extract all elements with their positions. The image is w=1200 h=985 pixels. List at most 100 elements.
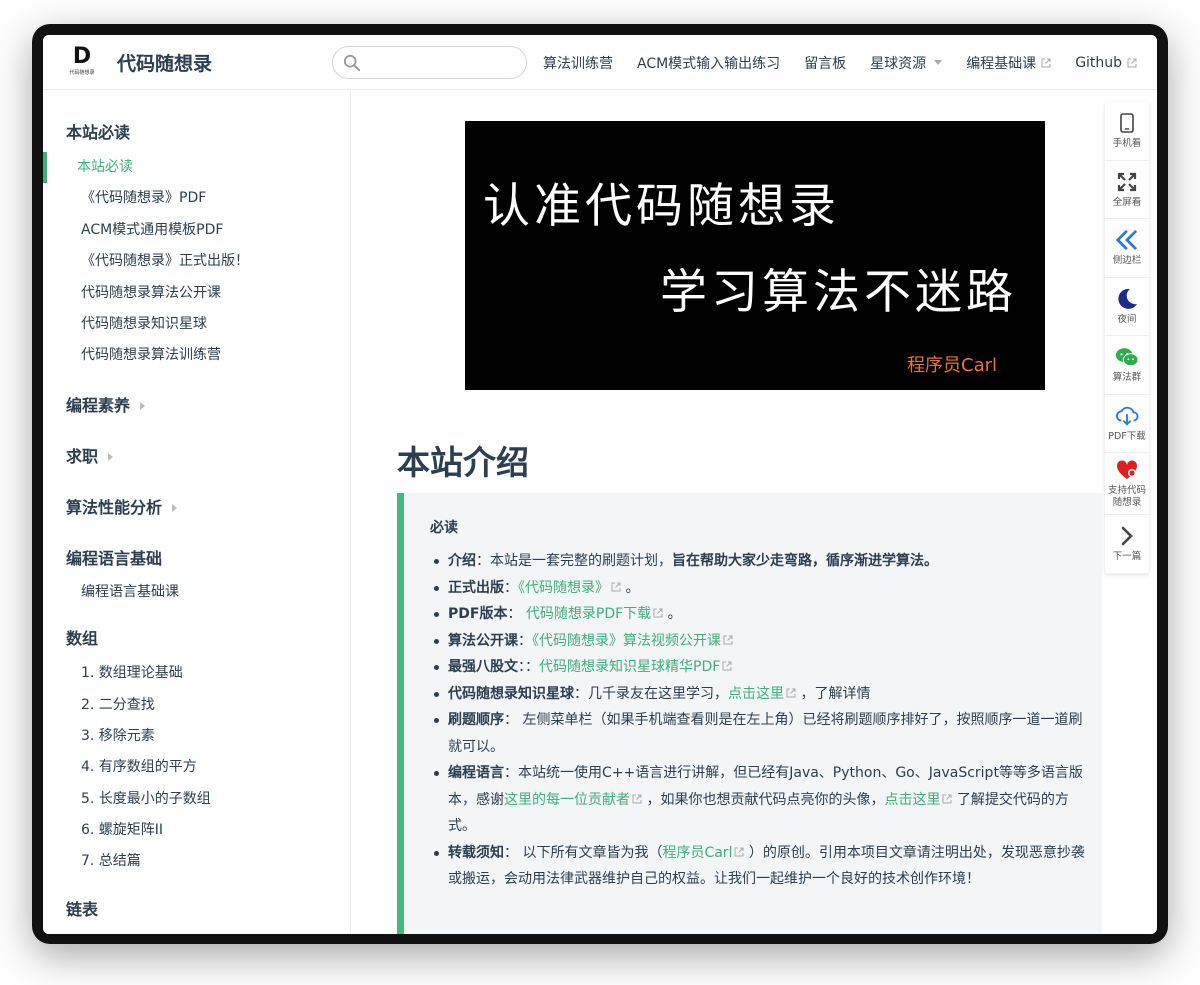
external-link-icon: [786, 688, 796, 697]
external-link-icon: [942, 794, 952, 803]
sidebar-item-array-3[interactable]: 3. 移除元素: [43, 721, 350, 752]
sidebar-item-pdf[interactable]: 《代码随想录》PDF: [43, 183, 350, 214]
nav-link-training-camp[interactable]: 算法训练营: [543, 53, 613, 73]
item-sep: ：: [504, 765, 518, 781]
sidebar-item-array-2[interactable]: 2. 二分查找: [43, 690, 350, 721]
item-bold-text: 旨在帮助大家少走弯路，循序渐进学算法。: [672, 553, 938, 569]
link-video-course[interactable]: 《代码随想录》算法视频公开课: [532, 633, 721, 649]
fullscreen-button[interactable]: 全屏看: [1105, 161, 1149, 219]
main-content: 认准代码随想录 学习算法不迷路 程序员Carl 本站介绍 必读 介绍：本站是一套…: [352, 90, 1102, 934]
nav-link-label: 星球资源: [870, 55, 927, 72]
sidebar-item-acm-template[interactable]: ACM模式通用模板PDF: [43, 215, 350, 246]
sidebar-heading-label: 编程素养: [66, 395, 131, 415]
chevron-right-icon: [172, 503, 178, 512]
list-item: 正式出版：《代码随想录》 。: [430, 575, 1095, 602]
pdf-download-button[interactable]: PDF下载: [1105, 395, 1149, 453]
phone-icon: [1115, 111, 1139, 135]
item-after: 。: [663, 606, 682, 622]
item-sep: ：: [504, 579, 518, 596]
sidebar-item-planet[interactable]: 代码随想录知识星球: [43, 309, 350, 340]
nav-link-programming-basics[interactable]: 编程基础课: [966, 53, 1051, 73]
item-text: 左侧菜单栏（如果手机端查看则是在左上角）已经将刷题顺序排好了，按照顺序一道一道刷…: [448, 712, 1083, 755]
tip-title: 必读: [430, 520, 458, 536]
item-sep: ：: [504, 712, 518, 728]
item-label: 最强八股文: [448, 659, 518, 675]
sidebar-heading[interactable]: 数组: [43, 624, 350, 654]
banner-signature: 程序员Carl: [907, 355, 997, 376]
toolbar-label: 算法群: [1112, 372, 1142, 384]
sidebar-item-array-6[interactable]: 6. 螺旋矩阵II: [43, 815, 350, 846]
algorithm-group-button[interactable]: 算法群: [1105, 336, 1149, 395]
logo-letter: D: [72, 44, 92, 69]
sidebar-group-programming-literacy[interactable]: 编程素养: [43, 391, 350, 421]
toolbar-label: PDF下载: [1108, 430, 1146, 442]
sidebar-item-array-5[interactable]: 5. 长度最小的子数组: [43, 784, 350, 815]
item-sep: ：：: [518, 659, 539, 675]
external-link-icon: [632, 794, 642, 803]
sidebar-heading[interactable]: 编程语言基础: [43, 544, 350, 574]
link-contributors[interactable]: 这里的每一位贡献者: [504, 792, 630, 808]
caret-down-icon: [934, 60, 943, 65]
external-link-icon: [1127, 58, 1137, 67]
banner-line-1: 认准代码随想录: [483, 179, 840, 234]
sidebar-item-must-read[interactable]: 本站必读: [43, 152, 350, 184]
nav-link-acm-io[interactable]: ACM模式输入输出练习: [637, 53, 780, 73]
toolbar-label: 下一篇: [1112, 551, 1142, 563]
search-icon: [343, 54, 361, 72]
nav-link-github[interactable]: Github: [1075, 55, 1137, 71]
sidebar-item-open-course[interactable]: 代码随想录算法公开课: [43, 278, 350, 309]
sidebar-item-published[interactable]: 《代码随想录》正式出版！: [43, 246, 350, 277]
logo-caption: 代码随想录: [69, 70, 95, 76]
sidebar-group-job-hunting[interactable]: 求职: [43, 442, 350, 472]
sidebar-heading-label: 求职: [66, 446, 99, 466]
item-sep: ：: [476, 553, 490, 569]
link-click-here-planet[interactable]: 点击这里: [728, 686, 784, 702]
mobile-view-button[interactable]: 手机看: [1105, 102, 1149, 161]
link-book[interactable]: 《代码随想录》: [518, 580, 609, 596]
sidebar-toggle-icon: [1115, 228, 1139, 252]
night-mode-button[interactable]: 夜间: [1105, 278, 1149, 336]
sidebar-group-performance[interactable]: 算法性能分析: [43, 493, 350, 523]
external-link-icon: [722, 661, 732, 671]
search-input[interactable]: [367, 52, 517, 74]
nav-link-message-board[interactable]: 留言板: [804, 53, 846, 73]
intro-list: 介绍：本站是一套完整的刷题计划，旨在帮助大家少走弯路，循序渐进学算法。 正式出版…: [430, 548, 1095, 893]
sidebar-item-array-4[interactable]: 4. 有序数组的平方: [43, 752, 350, 783]
toolbar-label: 全屏看: [1112, 196, 1142, 208]
banner-line-2: 学习算法不迷路: [660, 265, 1017, 320]
list-item: PDF版本： 代码随想录PDF下载 。: [430, 601, 1095, 628]
sidebar-item-training-camp[interactable]: 代码随想录算法训练营: [43, 340, 350, 371]
chevron-right-icon: [1115, 524, 1139, 548]
external-link-icon: [734, 847, 744, 856]
link-pdf-download[interactable]: 代码随想录PDF下载: [526, 606, 651, 622]
link-planet-pdf[interactable]: 代码随想录知识星球精华PDF: [539, 659, 720, 675]
sidebar-item-array-1[interactable]: 1. 数组理论基础: [43, 658, 350, 689]
top-navbar: D 代码随想录 代码随想录 算法训练营 ACM模式输入输出练习 留言板 星球资源…: [43, 35, 1157, 90]
site-name[interactable]: 代码随想录: [117, 49, 212, 76]
external-link-icon: [1041, 58, 1051, 67]
cloud-download-icon: [1115, 404, 1139, 428]
next-page-button[interactable]: 下一篇: [1105, 515, 1149, 574]
sidebar-item-array-7[interactable]: 7. 总结篇: [43, 846, 350, 877]
item-text: 以下所有文章皆为我（: [518, 844, 663, 861]
item-label: 转载须知: [448, 844, 504, 861]
item-sep: ：: [518, 632, 532, 649]
search-box[interactable]: [332, 46, 527, 79]
sidebar-heading[interactable]: 本站必读: [43, 118, 350, 148]
support-button[interactable]: 支持代码随想录: [1105, 453, 1149, 515]
item-text: ，如果你也想贡献代码点亮你的头像，: [642, 791, 885, 808]
link-click-here-contribute[interactable]: 点击这里: [884, 792, 940, 808]
sidebar-toggle-button[interactable]: 侧边栏: [1105, 219, 1149, 278]
item-text: 几千录友在这里学习，: [588, 685, 728, 702]
item-after: 。: [621, 579, 640, 596]
link-author[interactable]: 程序员Carl: [662, 845, 732, 861]
sidebar-group-linked-list[interactable]: 链表: [43, 895, 350, 925]
item-label: 刷题顺序: [448, 712, 504, 728]
sidebar-item-language-course[interactable]: 编程语言基础课: [43, 577, 350, 608]
chevron-right-icon: [108, 452, 114, 461]
toolbar-label: 夜间: [1117, 313, 1137, 325]
item-sep: ：: [574, 685, 588, 702]
item-label: 正式出版: [448, 579, 504, 596]
nav-dropdown-planet-resources[interactable]: 星球资源: [870, 53, 943, 73]
site-logo[interactable]: D 代码随想录: [67, 44, 97, 79]
